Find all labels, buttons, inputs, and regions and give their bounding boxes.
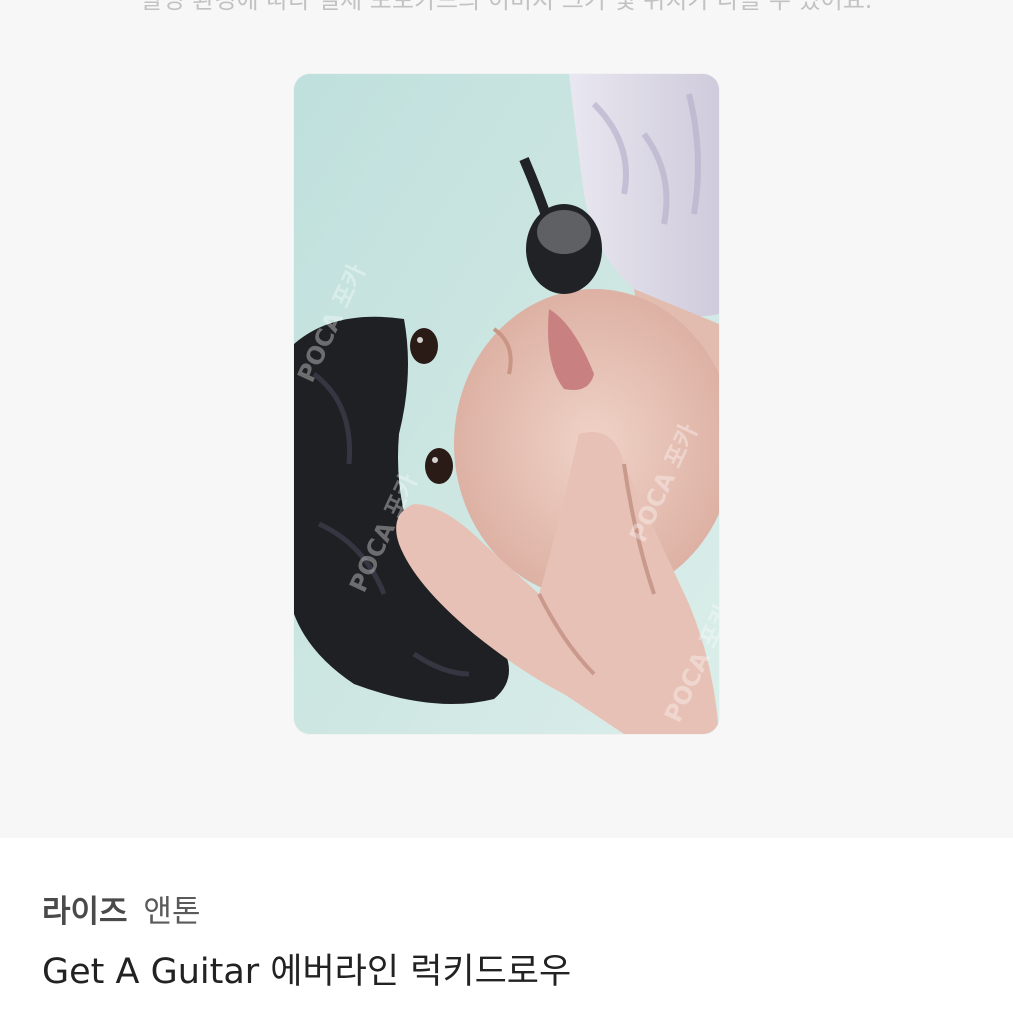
eye-shape: [410, 328, 438, 364]
product-title: Get A Guitar 에버라인 럭키드로우: [42, 952, 572, 992]
photocard-illustration: POCA 포카 POCA 포카 POCA 포카 POCA 포카: [294, 74, 719, 734]
artist-line: 라이즈 앤톤: [42, 890, 982, 934]
photocard-image[interactable]: POCA 포카 POCA 포카 POCA 포카 POCA 포카: [294, 74, 719, 734]
eye-shape: [425, 448, 453, 484]
image-notice-text: 촬영 환경에 따라 실제 포토카드의 이미지 크기 및 위치가 다를 수 있어요…: [140, 0, 873, 14]
group-name[interactable]: 라이즈: [42, 894, 128, 930]
product-image-area: 촬영 환경에 따라 실제 포토카드의 이미지 크기 및 위치가 다를 수 있어요…: [0, 0, 1013, 838]
product-info: 라이즈 앤톤 Get A Guitar 에버라인 럭키드로우: [42, 890, 982, 996]
member-name[interactable]: 앤톤: [143, 894, 200, 930]
